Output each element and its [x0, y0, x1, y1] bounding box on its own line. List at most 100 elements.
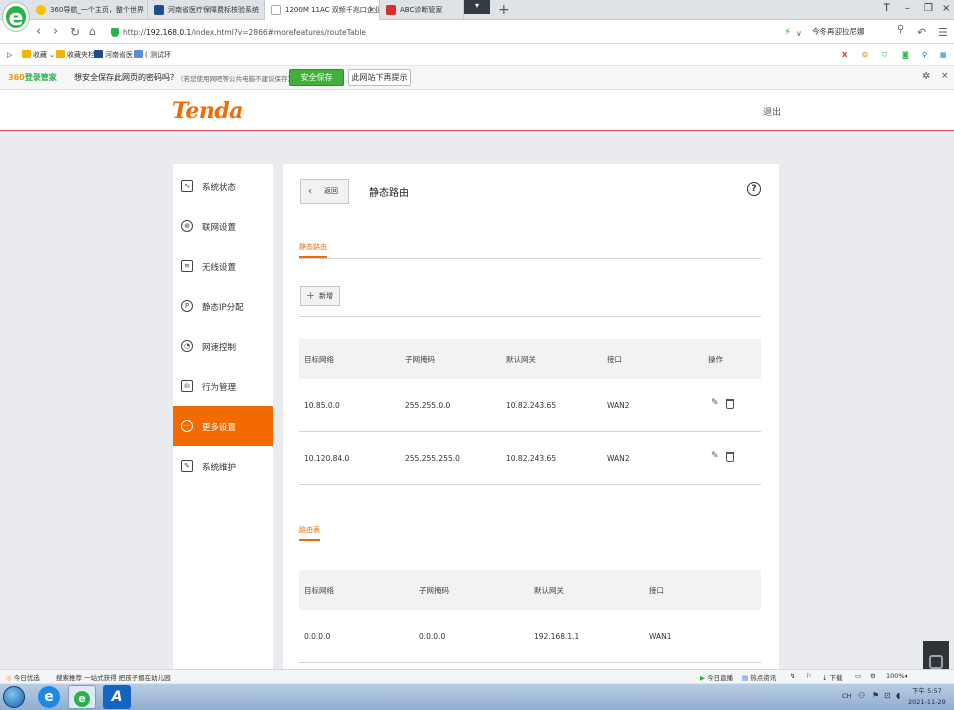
table-row: 10.120.84.0 255.255.255.0 10.82.243.65 W… [299, 432, 761, 485]
browser-tab-active[interactable]: 1200M 11AC 双频千兆口企业级 × [265, 0, 380, 20]
refresh-icon[interactable]: ↻ [70, 24, 80, 40]
back-button[interactable]: ‹ 返回 [300, 179, 349, 204]
status-item[interactable]: ▶ 今日直播 [700, 672, 733, 682]
tray-clock[interactable]: 下午 5:57 2021-11-29 [908, 686, 946, 708]
browser-tab[interactable]: ABC诊断管家 [380, 0, 464, 20]
delete-icon[interactable] [726, 452, 734, 462]
restore-button[interactable]: ❐ [924, 3, 933, 14]
tab-favicon-icon [386, 5, 396, 15]
bookmark-label: 收藏 [33, 51, 47, 59]
edit-icon[interactable]: ✎ [711, 451, 719, 461]
gauge-icon: ◔ [181, 340, 193, 352]
extension-paw-icon[interactable]: ❂ [862, 49, 868, 61]
tab-close-icon[interactable]: × [368, 0, 375, 20]
bookmark-item[interactable]: 收藏夹栏 [56, 49, 95, 61]
app-a-icon[interactable]: A [103, 685, 131, 709]
save-password-button[interactable]: 安全保存 [289, 69, 344, 86]
360-browser-icon[interactable]: e [68, 685, 96, 709]
live-icon: ▶ [700, 674, 705, 682]
flag-icon[interactable]: ⚑ [872, 691, 879, 700]
extension-game-icon[interactable]: ◙ [902, 49, 909, 61]
browser-status-bar: ◎ 今日优选 搜索推荐 一站式获得 把孩子摁在幼儿园 ▶ 今日直播 ▤ 热点资讯… [0, 669, 954, 683]
login-manager-brand: 360登录管家 [8, 73, 57, 82]
tab-routing-table[interactable]: 路由表 [299, 525, 320, 541]
speaker-icon[interactable]: ◖ [896, 691, 900, 700]
column-header: 操作 [708, 355, 723, 364]
start-button[interactable] [3, 686, 25, 708]
browser-tab[interactable]: 360导航_一个主页，整个世界 [30, 0, 148, 20]
wrench-icon: ✎ [181, 460, 193, 472]
status-news-link[interactable]: 搜索推荐 一站式获得 把孩子摁在幼儿园 [56, 672, 171, 682]
chevron-down-icon[interactable]: ∨ [796, 26, 802, 42]
add-route-button[interactable]: + 新增 [300, 286, 340, 306]
status-item[interactable]: ▤ 热点资讯 [742, 672, 776, 682]
extension-shield-icon[interactable]: ⛉ [882, 49, 887, 61]
bookmark-item[interactable]: 收藏 ⌄ [22, 49, 55, 61]
cell-interface: WAN1 [649, 632, 672, 641]
search-icon[interactable]: ⚲ [897, 24, 904, 35]
url-field[interactable]: http://192.168.0.1/index.html?v=2866#mor… [111, 24, 771, 41]
status-item[interactable]: ↓ 下载 [822, 672, 843, 682]
extension-x-icon[interactable]: X [842, 49, 847, 61]
gear-icon[interactable]: ✲ [922, 71, 930, 82]
extension-search-icon[interactable]: ⚲ [922, 49, 927, 61]
column-header: 目标网络 [304, 586, 334, 595]
ie-browser-icon[interactable]: e [38, 686, 60, 708]
settings-icon[interactable]: ⚙ [870, 672, 876, 680]
volume-icon[interactable]: 🔈︎ [905, 672, 909, 681]
bookmark-item[interactable]: ( 测试环 [134, 49, 171, 61]
sidebar-item-maintenance[interactable]: ✎ 系统维护 [173, 446, 273, 486]
cell-mask: 0.0.0.0 [419, 632, 446, 641]
edit-icon[interactable]: ✎ [711, 398, 719, 408]
sidebar-item-speed-control[interactable]: ◔ 网速控制 [173, 326, 273, 366]
new-tab-button[interactable]: + [498, 1, 510, 19]
ime-icon[interactable]: ⚇ [858, 691, 865, 700]
more-icon: ··· [181, 420, 193, 432]
clock-time: 下午 5:57 [912, 687, 942, 695]
tab-static-route[interactable]: 静态路由 [299, 242, 327, 258]
close-window-button[interactable]: × [942, 3, 950, 14]
back-arrow-icon[interactable]: ‹ [36, 24, 41, 40]
sidebar-item-label: 无线设置 [202, 263, 237, 273]
browser-tab[interactable]: 河南省医疗保障费标核验系统 [148, 0, 265, 20]
speed-icon[interactable]: ↯ [790, 672, 795, 680]
sidebar-item-static-ip[interactable]: P 静态IP分配 [173, 286, 273, 326]
windows-taskbar: e e A CH ⚇ ⚑ ⊡ ◖ 下午 5:57 2021-11-29 [0, 683, 954, 710]
tab-label: ABC诊断管家 [400, 6, 443, 14]
sidebar-toggle-icon[interactable]: ▷ [7, 49, 12, 61]
menu-icon[interactable]: ☰ [938, 25, 948, 41]
sidebar-item-more-settings[interactable]: ··· 更多设置 [173, 406, 273, 446]
home-icon[interactable]: ⌂ [89, 24, 96, 40]
sidebar-item-system-status[interactable]: ∿ 系统状态 [173, 166, 273, 206]
sidebar-item-wireless[interactable]: ≋ 无线设置 [173, 246, 273, 286]
never-ask-button[interactable]: 此网站下再提示 [348, 69, 411, 86]
bookmark-item[interactable]: 河南省医 [94, 49, 133, 61]
network-icon[interactable]: ⊡ [884, 691, 891, 700]
globe-icon: ⊕ [181, 220, 193, 232]
logout-link[interactable]: 退出 [763, 105, 781, 118]
window-icon[interactable]: ▭ [855, 672, 861, 680]
minimize-button[interactable]: – [905, 3, 910, 14]
bookmark-label: 河南省医 [105, 51, 133, 59]
sidebar-item-behavior[interactable]: ılı 行为管理 [173, 366, 273, 406]
tab-list-dropdown-icon[interactable]: ▾ [464, 0, 490, 14]
sidebar-item-label: 联网设置 [202, 223, 237, 233]
forward-arrow-icon[interactable]: › [53, 24, 58, 40]
clock-date: 2021-11-29 [908, 698, 946, 706]
extension-grid-icon[interactable]: ▦ [940, 49, 947, 61]
help-icon[interactable]: ? [747, 182, 761, 196]
pin-status-icon[interactable]: ⚐ [806, 672, 812, 680]
pin-icon[interactable]: Ꭲ [884, 3, 890, 14]
sidebar-item-network[interactable]: ⊕ 联网设置 [173, 206, 273, 246]
input-language[interactable]: CH [842, 692, 851, 700]
zoom-level[interactable]: 100% [886, 672, 905, 680]
close-icon[interactable]: × [941, 71, 949, 81]
status-item[interactable]: ◎ 今日优选 [6, 672, 40, 682]
table-row: 10.85.0.0 255.255.0.0 10.82.243.65 WAN2 … [299, 379, 761, 432]
undo-icon[interactable]: ↶ [917, 25, 926, 41]
tab-label: 1200M 11AC 双频千兆口企业级 [285, 6, 380, 14]
bookmarks-bar: ▷ 收藏 ⌄ 收藏夹栏 河南省医 ( 测试环 X ❂ ⛉ ◙ ⚲ ▦ [0, 44, 954, 66]
cell-interface: WAN2 [607, 454, 630, 463]
lightning-icon[interactable]: ⚡ [784, 25, 791, 41]
delete-icon[interactable] [726, 399, 734, 409]
